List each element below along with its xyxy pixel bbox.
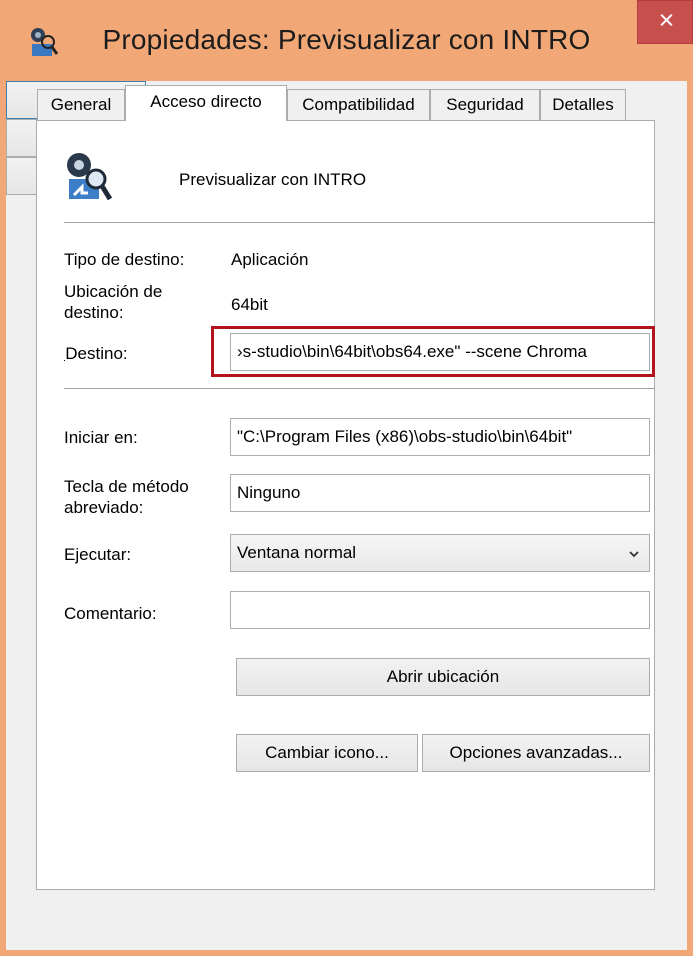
title-bar[interactable]: Propiedades: Previsualizar con INTRO bbox=[6, 0, 693, 81]
hotkey-label-line2: abreviado: bbox=[64, 498, 144, 517]
target-type-value: Aplicación bbox=[231, 250, 309, 269]
run-select-value: Ventana normal bbox=[237, 543, 357, 562]
shortcut-panel: Previsualizar con INTRO Tipo de destino:… bbox=[36, 120, 655, 890]
shortcut-name: Previsualizar con INTRO bbox=[179, 170, 367, 189]
separator bbox=[64, 388, 655, 389]
highlight-box bbox=[211, 326, 655, 377]
window-title: Propiedades: Previsualizar con INTRO bbox=[102, 24, 591, 55]
hotkey-label-line1: Tecla de método bbox=[64, 477, 189, 496]
tab-acceso-directo[interactable]: Acceso directo bbox=[125, 85, 287, 121]
change-icon-button[interactable]: Cambiar icono... bbox=[236, 734, 418, 772]
open-location-button[interactable]: Abrir ubicación bbox=[236, 658, 650, 696]
separator bbox=[64, 222, 655, 223]
start-in-input[interactable]: "C:\Program Files (x86)\obs-studio\bin\6… bbox=[230, 418, 650, 456]
obs-shortcut-icon bbox=[67, 153, 112, 201]
chevron-down-icon bbox=[629, 551, 639, 558]
run-select[interactable]: Ventana normal bbox=[230, 534, 650, 572]
tab-general[interactable]: General bbox=[37, 89, 125, 121]
advanced-options-button[interactable]: Opciones avanzadas... bbox=[422, 734, 650, 772]
target-location-label-line2: destino: bbox=[64, 303, 124, 322]
properties-window: Propiedades: Previsualizar con INTRO Gen… bbox=[0, 0, 693, 956]
dialog-body: General Acceso directo Compatibilidad Se… bbox=[6, 81, 687, 950]
hotkey-input[interactable]: Ninguno bbox=[230, 474, 650, 512]
start-in-label: Iniciar en: bbox=[64, 428, 138, 447]
target-location-value: 64bit bbox=[231, 295, 268, 314]
target-label-text: Destino: bbox=[65, 344, 128, 363]
tab-seguridad[interactable]: Seguridad bbox=[430, 89, 540, 121]
target-type-label: Tipo de destino: bbox=[64, 250, 185, 269]
target-location-label-line1: Ubicación de bbox=[64, 282, 163, 301]
comment-label: Comentario: bbox=[64, 604, 157, 623]
tab-compatibilidad[interactable]: Compatibilidad bbox=[287, 89, 430, 121]
comment-input[interactable] bbox=[230, 591, 650, 629]
tab-detalles[interactable]: Detalles bbox=[540, 89, 626, 121]
run-label: Ejecutar: bbox=[64, 545, 132, 564]
close-button[interactable] bbox=[637, 0, 693, 44]
target-label: DDestino: bbox=[64, 343, 128, 364]
